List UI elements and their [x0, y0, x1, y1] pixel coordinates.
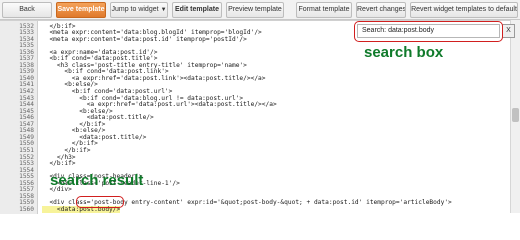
preview-template-button[interactable]: Preview template	[226, 2, 284, 18]
revert-widget-templates-button[interactable]: Revert widget templates to default	[410, 2, 518, 18]
jump-to-widget-label: Jump to widget	[111, 6, 159, 13]
edit-template-button[interactable]: Edit template	[172, 2, 222, 18]
jump-to-widget-dropdown[interactable]: Jump to widget ▼	[110, 2, 168, 18]
search-box-highlight	[354, 21, 503, 42]
line-number-gutter: 1532 1533 1534 1535 1536 1537 1538 1539 1540 1541…	[0, 21, 38, 214]
line-number: 1560	[19, 205, 34, 213]
scrollbar-thumb[interactable]	[512, 108, 519, 122]
search-result-highlight	[76, 196, 124, 208]
revert-changes-button[interactable]: Revert changes	[356, 2, 406, 18]
search-result-annotation: search result	[50, 172, 144, 189]
template-toolbar: Back Save template Jump to widget ▼ Edit …	[0, 0, 520, 20]
format-template-button[interactable]: Format template	[296, 2, 352, 18]
search-box-annotation: search box	[364, 44, 444, 61]
close-search-button[interactable]: X	[502, 24, 515, 38]
code-line: </b:if>	[42, 160, 76, 168]
code-line: <meta expr:content='data:post.id' itempr…	[42, 35, 247, 43]
save-template-button[interactable]: Save template	[56, 2, 106, 18]
back-button[interactable]: Back	[2, 2, 52, 18]
vertical-scrollbar[interactable]	[510, 20, 520, 213]
chevron-down-icon: ▼	[160, 7, 167, 13]
